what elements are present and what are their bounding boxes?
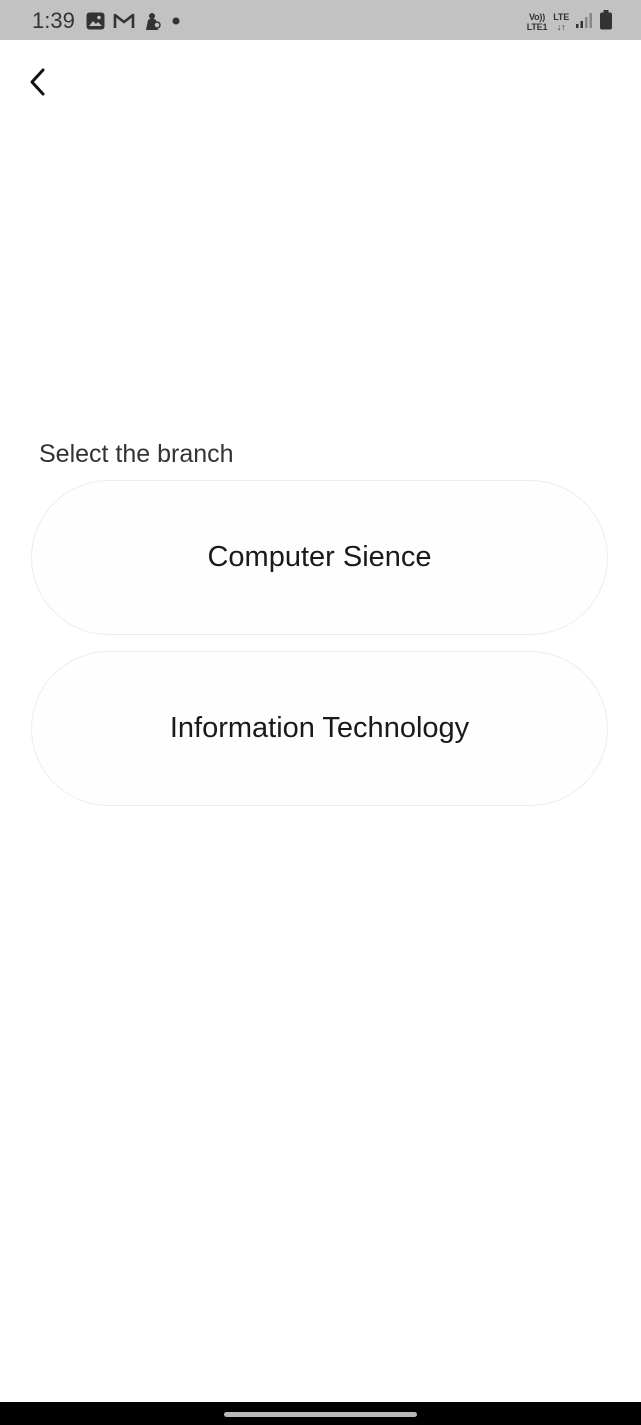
more-notifications-dot-icon	[169, 12, 183, 30]
branch-option-label: Information Technology	[169, 712, 470, 744]
app-notification-icon	[143, 12, 161, 31]
navigation-bar	[0, 1402, 641, 1425]
select-branch-label: Select the branch	[39, 440, 234, 468]
gmail-icon	[113, 12, 135, 30]
back-button[interactable]	[16, 62, 60, 106]
screen: 1:39 Vo)) LTE1 LTE ↓↑ Select the branch …	[0, 0, 641, 1425]
battery-icon	[599, 9, 613, 36]
branch-option-computer-science[interactable]: Computer Sience	[31, 480, 608, 635]
volte-indicator: Vo)) LTE1	[526, 12, 548, 32]
status-system-icons: Vo)) LTE1 LTE ↓↑	[526, 9, 613, 36]
chevron-left-icon	[27, 66, 49, 103]
lte-data-indicator: LTE ↓↑	[553, 12, 569, 32]
branch-option-information-technology[interactable]: Information Technology	[31, 651, 608, 806]
signal-icon	[575, 11, 593, 34]
status-time: 1:39	[32, 8, 75, 33]
status-bar: 1:39 Vo)) LTE1 LTE ↓↑	[0, 0, 641, 40]
gallery-icon	[86, 12, 105, 30]
status-notification-icons	[86, 11, 183, 31]
home-gesture-handle[interactable]	[224, 1412, 417, 1417]
branch-option-label: Computer Sience	[207, 541, 432, 573]
